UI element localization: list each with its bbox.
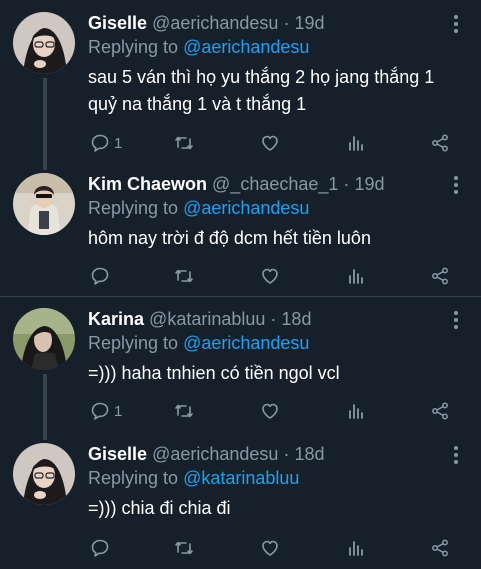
user-handle[interactable]: @aerichandesu: [152, 13, 278, 33]
replying-label: Replying to: [88, 37, 179, 57]
heart-icon: [262, 135, 278, 151]
separator-dot: ·: [283, 444, 290, 464]
like-button[interactable]: [260, 131, 280, 155]
reply-button[interactable]: 1: [90, 131, 122, 155]
user-handle[interactable]: @_chaechae_1: [212, 174, 338, 194]
more-vertical-icon[interactable]: [453, 175, 459, 195]
analytics-button[interactable]: [346, 264, 366, 288]
separator-dot: ·: [270, 309, 277, 329]
comment-icon: [91, 539, 109, 557]
more-vertical-icon[interactable]: [453, 310, 459, 330]
tweet-text: =))) chia đi chia đi: [88, 498, 231, 518]
analytics-button[interactable]: [346, 399, 366, 423]
share-icon: [432, 402, 448, 420]
replying-to: Replying to @katarinabluu: [88, 467, 299, 489]
display-name[interactable]: Kim Chaewon: [88, 174, 207, 194]
reply-count: 1: [114, 402, 123, 420]
retweet-icon: [175, 404, 193, 418]
comment-icon: [91, 267, 109, 285]
retweet-button[interactable]: [174, 399, 194, 423]
user-handle[interactable]: @katarinabluu: [149, 309, 265, 329]
tweet-text: =))) haha tnhien có tiền ngol vcl: [88, 363, 340, 383]
replying-to: Replying to @aerichandesu: [88, 197, 309, 219]
share-icon: [432, 134, 448, 152]
analytics-icon: [349, 269, 363, 284]
heart-icon: [262, 403, 278, 419]
tweet-actions: [88, 264, 468, 288]
avatar[interactable]: [13, 443, 75, 505]
reply-count: 1: [114, 134, 123, 152]
tweet-header: Karina @katarinabluu · 18d: [88, 308, 311, 330]
separator-dot: ·: [343, 174, 350, 194]
retweet-button[interactable]: [174, 131, 194, 155]
tweet[interactable]: Karina @katarinabluu · 18d Replying to @…: [0, 308, 481, 428]
analytics-button[interactable]: [346, 536, 366, 560]
tweet-divider: [0, 296, 481, 297]
replying-to: Replying to @aerichandesu: [88, 36, 309, 58]
tweet-actions: 1: [88, 131, 468, 155]
like-button[interactable]: [260, 536, 280, 560]
retweet-button[interactable]: [174, 264, 194, 288]
share-icon: [432, 267, 448, 285]
avatar[interactable]: [13, 308, 75, 370]
display-name[interactable]: Giselle: [88, 444, 147, 464]
retweet-icon: [175, 269, 193, 283]
retweet-icon: [175, 136, 193, 150]
replying-label: Replying to: [88, 198, 179, 218]
tweet[interactable]: Giselle @aerichandesu · 18d Replying to …: [0, 443, 481, 563]
share-button[interactable]: [430, 399, 450, 423]
replying-to-user[interactable]: @katarinabluu: [183, 468, 299, 488]
timestamp[interactable]: 18d: [281, 309, 311, 329]
tweet-text: sau 5 ván thì họ yu thắng 2 họ jang thắn…: [88, 67, 435, 114]
display-name[interactable]: Karina: [88, 309, 144, 329]
heart-icon: [262, 540, 278, 556]
replying-to-user[interactable]: @aerichandesu: [183, 333, 309, 353]
replying-label: Replying to: [88, 333, 179, 353]
avatar[interactable]: [13, 12, 75, 74]
avatar[interactable]: [13, 173, 75, 235]
tweet-actions: 1: [88, 399, 468, 423]
share-button[interactable]: [430, 131, 450, 155]
replying-to-user[interactable]: @aerichandesu: [183, 198, 309, 218]
user-handle[interactable]: @aerichandesu: [152, 444, 278, 464]
analytics-icon: [349, 541, 363, 556]
tweet-text: hôm nay trời đ độ dcm hết tiền luôn: [88, 228, 371, 248]
reply-button[interactable]: [90, 264, 114, 288]
tweet[interactable]: Kim Chaewon @_chaechae_1 · 19d Replying …: [0, 173, 481, 293]
avatar-giselle-image: [13, 12, 75, 74]
display-name[interactable]: Giselle: [88, 13, 147, 33]
avatar-chaewon-image: [13, 173, 75, 235]
more-vertical-icon[interactable]: [453, 14, 459, 34]
analytics-icon: [349, 404, 363, 419]
share-button[interactable]: [430, 264, 450, 288]
comment-icon: [91, 402, 109, 420]
avatar-giselle-image: [13, 443, 75, 505]
like-button[interactable]: [260, 264, 280, 288]
analytics-button[interactable]: [346, 131, 366, 155]
reply-button[interactable]: 1: [90, 399, 122, 423]
retweet-icon: [175, 541, 193, 555]
tweet-header: Giselle @aerichandesu · 18d: [88, 443, 325, 465]
share-button[interactable]: [430, 536, 450, 560]
heart-icon: [262, 268, 278, 284]
timestamp[interactable]: 19d: [294, 13, 324, 33]
like-button[interactable]: [260, 399, 280, 423]
replying-to-user[interactable]: @aerichandesu: [183, 37, 309, 57]
tweet[interactable]: Giselle @aerichandesu · 19d Replying to …: [0, 12, 481, 162]
share-icon: [432, 539, 448, 557]
separator-dot: ·: [283, 13, 290, 33]
timestamp[interactable]: 19d: [354, 174, 384, 194]
comment-icon: [91, 134, 109, 152]
tweet-header: Kim Chaewon @_chaechae_1 · 19d: [88, 173, 384, 195]
more-vertical-icon[interactable]: [453, 445, 459, 465]
tweet-actions: [88, 536, 468, 560]
tweet-header: Giselle @aerichandesu · 19d: [88, 12, 325, 34]
analytics-icon: [349, 136, 363, 151]
timestamp[interactable]: 18d: [294, 444, 324, 464]
replying-label: Replying to: [88, 468, 179, 488]
retweet-button[interactable]: [174, 536, 194, 560]
reply-button[interactable]: [90, 536, 114, 560]
replying-to: Replying to @aerichandesu: [88, 332, 309, 354]
avatar-karina-image: [13, 308, 75, 370]
